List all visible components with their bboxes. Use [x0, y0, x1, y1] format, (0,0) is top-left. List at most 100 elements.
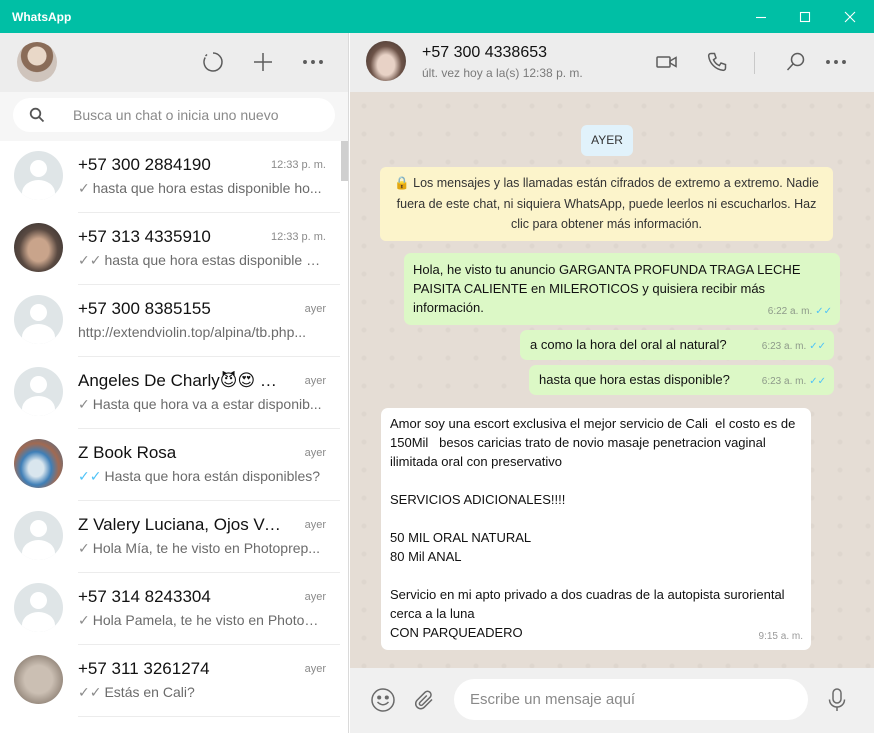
chat-time: ayer [304, 303, 326, 315]
message-bubble-outgoing[interactable]: a como la hora del oral al natural? 6:23… [520, 330, 834, 360]
chat-list-item[interactable]: +57 300 8385155 ayer http://extendviolin.t… [0, 285, 340, 357]
contact-avatar [14, 655, 63, 704]
search-icon [29, 107, 45, 123]
voice-call-button[interactable] [702, 47, 732, 77]
message-time: 9:15 a. m. [758, 631, 803, 642]
minimize-icon [756, 16, 766, 18]
chat-list-item[interactable]: +57 311 3261274 ayer ✓✓ Estás en Cali? [0, 645, 340, 717]
chat-list-item[interactable]: +57 313 4335910 12:33 p. m. ✓✓ hasta que ho… [0, 213, 340, 285]
composer [350, 668, 874, 733]
chat-name: +57 311 3261274 [78, 659, 210, 678]
title-bar: WhatsApp [0, 0, 874, 33]
chat-preview: ✓✓ Hasta que hora están disponibles? [78, 468, 322, 485]
chat-name: Z Book Rosa [78, 443, 177, 462]
delivery-tick-icon: ✓✓ [78, 252, 102, 268]
message-bubble-incoming[interactable]: Amor soy una escort exclusiva el mejor s… [381, 408, 811, 650]
chat-preview-text: Hola Pamela, te he visto en Photop... [92, 612, 322, 628]
search-icon [786, 52, 805, 71]
header-separator [754, 52, 755, 74]
contact-avatar [14, 439, 63, 488]
chat-time: ayer [304, 519, 326, 531]
delivery-tick-icon: ✓ [78, 612, 90, 628]
maximize-button[interactable] [782, 0, 828, 33]
video-call-icon [656, 56, 677, 68]
left-header [0, 33, 348, 92]
encryption-notice[interactable]: 🔒 Los mensajes y las llamadas están cifr… [380, 167, 833, 241]
minimize-button[interactable] [738, 0, 784, 33]
new-chat-button[interactable] [248, 47, 278, 77]
search-box [13, 98, 335, 132]
maximize-icon [799, 11, 811, 22]
default-avatar-icon [14, 295, 63, 344]
status-button[interactable] [198, 47, 228, 77]
more-icon [826, 60, 846, 64]
chat-time: ayer [304, 447, 326, 459]
status-icon [203, 52, 223, 72]
default-avatar-icon [14, 583, 63, 632]
contact-last-seen: últ. vez hoy a la(s) 12:38 p. m. [422, 66, 583, 80]
message-input[interactable] [454, 679, 808, 720]
message-area[interactable]: AYER 🔒 Los mensajes y las llamadas están… [350, 92, 874, 668]
message-meta: 6:23 a. m. ✓✓ [762, 372, 826, 391]
delivery-tick-icon: ✓ [78, 396, 90, 412]
chat-list-item[interactable]: Z Book Rosa ayer ✓✓ Hasta que hora están di… [0, 429, 340, 501]
read-receipt-icon: ✓✓ [815, 306, 832, 317]
chat-preview: ✓ Hola Mía, te he visto en Photoprep... [78, 540, 322, 557]
chat-name: +57 314 8243304 [78, 587, 211, 606]
date-divider: AYER [581, 125, 633, 156]
chat-preview: ✓✓ Estás en Cali? [78, 684, 322, 701]
delivery-tick-icon: ✓ [78, 180, 90, 196]
message-bubble-outgoing[interactable]: Hola, he visto tu anuncio GARGANTA PROFU… [404, 253, 840, 325]
chat-list-item[interactable]: +57 314 8243304 ayer ✓ Hola Pamela, te he v… [0, 573, 340, 645]
message-time: 6:23 a. m. [761, 341, 807, 352]
chat-list-pane: +57 300 288419012:33 p. m.✓hasta que hor… [0, 33, 349, 733]
message-text: Amor soy una escort exclusiva el mejor s… [390, 416, 796, 640]
contact-avatar[interactable] [366, 41, 406, 81]
voice-message-button[interactable] [822, 685, 852, 715]
phone-icon [707, 52, 727, 72]
default-avatar-icon [14, 511, 63, 560]
chat-preview-text: Hola Mía, te he visto en Photoprep... [92, 540, 320, 556]
chat-preview-text: http://extendviolin.top/alpina/tb.php... [78, 324, 307, 340]
chat-time: 12:33 p. m. [270, 231, 326, 243]
chat-preview: http://extendviolin.top/alpina/tb.php... [78, 324, 322, 340]
chat-preview-text: hasta que hora estas disponible ho... [92, 180, 322, 196]
contact-avatar [14, 223, 63, 272]
close-button[interactable] [827, 0, 873, 33]
chat-name: +57 300 2884190 [78, 155, 211, 174]
my-avatar[interactable] [17, 42, 57, 82]
video-call-button[interactable] [652, 47, 682, 77]
close-icon [844, 11, 856, 22]
more-icon [303, 60, 323, 64]
attach-button[interactable] [410, 685, 440, 715]
chat-preview-text: Hasta que hora están disponibles? [104, 468, 321, 484]
chat-time: ayer [304, 591, 326, 603]
search-input[interactable] [73, 98, 328, 132]
chat-name: Angeles De Charly😈😍 Lo... [78, 371, 283, 390]
message-bubble-outgoing[interactable]: hasta que hora estas disponible? 6:23 a.… [529, 365, 834, 395]
plus-icon [254, 53, 272, 71]
menu-button[interactable] [298, 47, 328, 77]
chat-preview-text: Estás en Cali? [104, 684, 195, 700]
whatsapp-window: WhatsApp Busca un chat o inicia uno nuev… [0, 0, 874, 733]
conversation-header[interactable]: +57 300 4338653 últ. vez hoy a la(s) 12:… [350, 33, 874, 92]
chat-list-item[interactable]: Z Valery Luciana, Ojos Ver... ayer ✓ Hola M… [0, 501, 340, 573]
conversation-menu-button[interactable] [821, 47, 851, 77]
chat-time: 12:33 p. m. [270, 159, 326, 171]
message-meta: 6:23 a. m. ✓✓ [762, 337, 826, 356]
emoji-button[interactable] [368, 685, 398, 715]
row-divider [78, 716, 340, 717]
contact-name: +57 300 4338653 [422, 44, 548, 61]
chat-preview: ✓ hasta que hora estas disponible ho... [78, 180, 322, 197]
chat-list-item[interactable]: Angeles De Charly😈😍 Lo... ayer ✓ Hasta que … [0, 357, 340, 429]
chat-list-item[interactable]: +57 300 2884190 12:33 p. m. ✓ hasta que hor… [0, 141, 340, 213]
chat-list: +57 300 2884190 12:33 p. m. ✓ hasta que hor… [0, 141, 348, 733]
chat-preview: ✓ Hola Pamela, te he visto en Photop... [78, 612, 322, 629]
search-conversation-button[interactable] [781, 47, 811, 77]
window-title: WhatsApp [12, 10, 72, 24]
search-bar [0, 92, 348, 141]
chat-time: ayer [304, 663, 326, 675]
chat-preview-text: hasta que hora estas disponible h... [104, 252, 322, 268]
default-avatar-icon [14, 151, 63, 200]
scrollbar-thumb[interactable] [341, 141, 348, 181]
